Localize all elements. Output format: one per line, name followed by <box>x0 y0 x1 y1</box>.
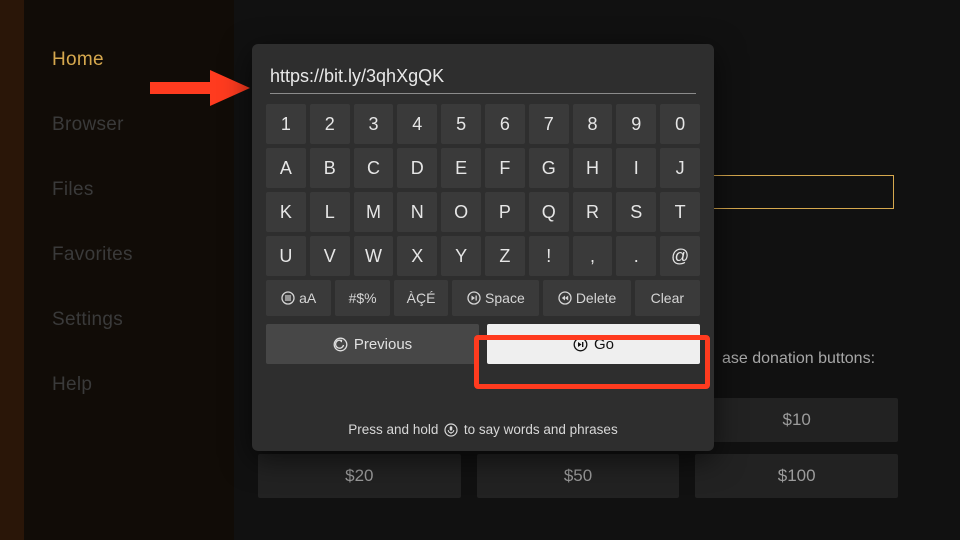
key-8[interactable]: 8 <box>573 104 613 144</box>
donation-button[interactable]: $10 <box>695 398 898 442</box>
key-9[interactable]: 9 <box>616 104 656 144</box>
hint-suffix: to say words and phrases <box>464 422 618 437</box>
play-pause-circle-icon <box>467 291 481 305</box>
key-w[interactable]: W <box>354 236 394 276</box>
key-7[interactable]: 7 <box>529 104 569 144</box>
key-l[interactable]: L <box>310 192 350 232</box>
key-g[interactable]: G <box>529 148 569 188</box>
key-f[interactable]: F <box>485 148 525 188</box>
screen-root: Home Browser Files Favorites Settings He… <box>0 0 960 540</box>
delete-label: Delete <box>576 290 616 306</box>
rewind-circle-icon <box>558 291 572 305</box>
sidebar-item-settings[interactable]: Settings <box>52 310 234 329</box>
donation-button[interactable]: $100 <box>695 454 898 498</box>
key-5[interactable]: 5 <box>441 104 481 144</box>
key-i[interactable]: I <box>616 148 656 188</box>
key-z[interactable]: Z <box>485 236 525 276</box>
key-c[interactable]: C <box>354 148 394 188</box>
function-row: aA #$% ÀÇÉ Space Delete Clear <box>266 280 700 316</box>
sidebar-item-help[interactable]: Help <box>52 375 234 394</box>
key-u[interactable]: U <box>266 236 306 276</box>
donation-label-fragment: ase donation buttons: <box>722 350 875 368</box>
previous-button[interactable]: Previous <box>266 324 479 364</box>
key-period[interactable]: . <box>616 236 656 276</box>
nav-row: Previous Go <box>266 324 700 364</box>
space-key[interactable]: Space <box>452 280 539 316</box>
key-k[interactable]: K <box>266 192 306 232</box>
keyboard-grid: 1 2 3 4 5 6 7 8 9 0 A B C D E F G H I J … <box>266 104 700 276</box>
key-6[interactable]: 6 <box>485 104 525 144</box>
key-r[interactable]: R <box>573 192 613 232</box>
key-4[interactable]: 4 <box>397 104 437 144</box>
symbols-key[interactable]: #$% <box>335 280 389 316</box>
key-a[interactable]: A <box>266 148 306 188</box>
key-0[interactable]: 0 <box>660 104 700 144</box>
key-2[interactable]: 2 <box>310 104 350 144</box>
donation-button[interactable]: $20 <box>258 454 461 498</box>
previous-label: Previous <box>354 336 412 353</box>
voice-hint: Press and hold to say words and phrases <box>266 422 700 437</box>
sidebar-item-browser[interactable]: Browser <box>52 115 234 134</box>
key-3[interactable]: 3 <box>354 104 394 144</box>
key-e[interactable]: E <box>441 148 481 188</box>
onscreen-keyboard-dialog: https://bit.ly/3qhXgQK 1 2 3 4 5 6 7 8 9… <box>252 44 714 451</box>
key-p[interactable]: P <box>485 192 525 232</box>
key-j[interactable]: J <box>660 148 700 188</box>
key-1[interactable]: 1 <box>266 104 306 144</box>
space-label: Space <box>485 290 525 306</box>
key-s[interactable]: S <box>616 192 656 232</box>
key-m[interactable]: M <box>354 192 394 232</box>
sidebar-item-home[interactable]: Home <box>52 50 234 69</box>
shift-label: aA <box>299 290 316 306</box>
key-h[interactable]: H <box>573 148 613 188</box>
left-accent-strip <box>0 0 24 540</box>
key-exclaim[interactable]: ! <box>529 236 569 276</box>
sidebar-item-favorites[interactable]: Favorites <box>52 245 234 264</box>
back-circle-icon <box>333 337 348 352</box>
key-v[interactable]: V <box>310 236 350 276</box>
donation-button[interactable]: $50 <box>477 454 680 498</box>
delete-key[interactable]: Delete <box>543 280 630 316</box>
sidebar-item-files[interactable]: Files <box>52 180 234 199</box>
key-o[interactable]: O <box>441 192 481 232</box>
url-input-value: https://bit.ly/3qhXgQK <box>270 66 444 93</box>
hint-prefix: Press and hold <box>348 422 442 437</box>
key-n[interactable]: N <box>397 192 437 232</box>
annotation-arrow-icon <box>150 68 250 108</box>
accents-key[interactable]: ÀÇÉ <box>394 280 448 316</box>
key-b[interactable]: B <box>310 148 350 188</box>
key-x[interactable]: X <box>397 236 437 276</box>
key-d[interactable]: D <box>397 148 437 188</box>
microphone-circle-icon <box>444 423 458 437</box>
key-at[interactable]: @ <box>660 236 700 276</box>
url-input-row[interactable]: https://bit.ly/3qhXgQK <box>270 58 696 94</box>
shift-key[interactable]: aA <box>266 280 331 316</box>
key-t[interactable]: T <box>660 192 700 232</box>
key-y[interactable]: Y <box>441 236 481 276</box>
go-label: Go <box>594 336 614 353</box>
play-pause-circle-icon <box>573 337 588 352</box>
key-q[interactable]: Q <box>529 192 569 232</box>
key-comma[interactable]: , <box>573 236 613 276</box>
go-button[interactable]: Go <box>487 324 700 364</box>
menu-circle-icon <box>281 291 295 305</box>
clear-key[interactable]: Clear <box>635 280 700 316</box>
